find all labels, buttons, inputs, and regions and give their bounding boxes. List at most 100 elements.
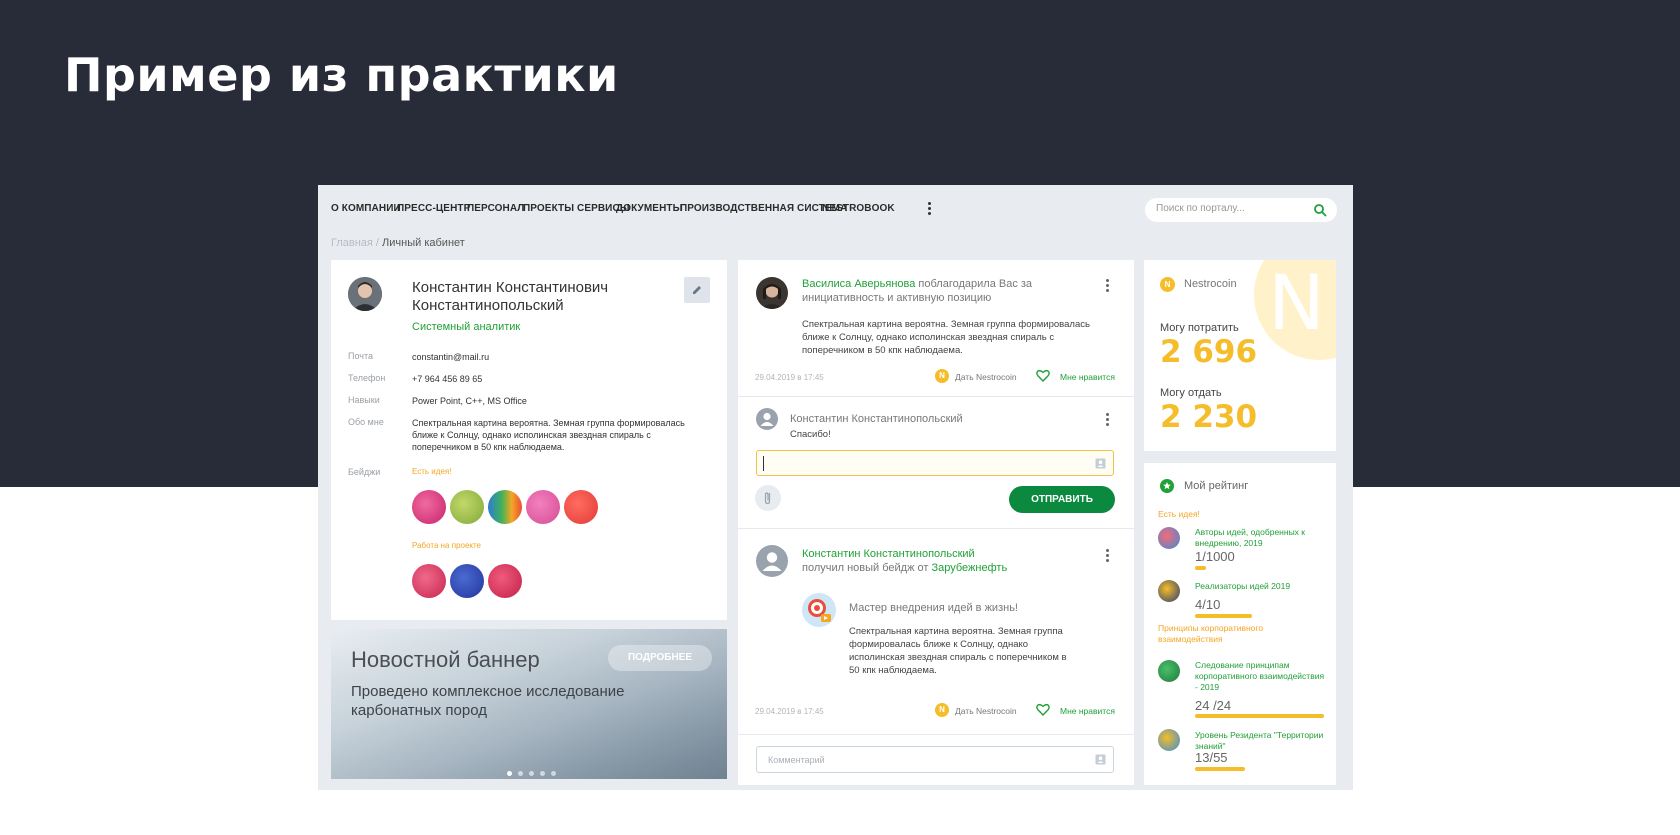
heart-icon[interactable] [1036,703,1050,716]
rating-title: Мой рейтинг [1184,480,1249,492]
more-menu-icon[interactable] [926,202,932,216]
nav-item-company[interactable]: О КОМПАНИИ [331,203,401,214]
badges-label: Бейджи [348,467,381,477]
profile-card: Константин Константинович Константинопол… [331,260,727,620]
slide-title: Пример из практики [64,48,619,102]
search-box [1145,198,1337,222]
nav-item-press-center[interactable]: ПРЕСС-ЦЕНТР [397,203,470,214]
badge-giver-link[interactable]: Зарубежнефть [932,562,1008,574]
breadcrumb-current: Личный кабинет [382,237,465,249]
breadcrumb-separator: / [372,237,383,249]
email-label: Почта [348,351,373,361]
post-author-line: Василиса Аверьянова поблагодарила Вас за… [802,277,1052,305]
comment-input[interactable]: Комментарий [756,746,1114,773]
contact-card-icon[interactable] [1095,458,1106,469]
heart-icon[interactable] [1036,369,1050,382]
carousel-dot[interactable] [551,771,556,776]
edit-profile-button[interactable] [684,277,710,303]
nestrocoin-label: Nestrocoin [1184,278,1237,290]
profile-name: Константин Константинович Константинопол… [412,279,609,314]
contact-card-icon[interactable] [1095,754,1106,765]
reply-input[interactable] [756,450,1114,476]
can-give-value: 2 230 [1160,399,1258,435]
rating-progress-bar [1195,566,1206,570]
can-spend-value: 2 696 [1160,334,1258,370]
author-avatar [756,277,788,309]
nestrocoin-icon[interactable]: N [935,703,949,717]
rating-badge-icon [1158,729,1180,751]
give-coin-link[interactable]: Дать Nestrocoin [955,706,1017,716]
badge-icon[interactable] [450,490,484,524]
post-menu-icon[interactable] [1104,549,1110,563]
carousel-dot[interactable] [540,771,545,776]
skills-label: Навыки [348,395,380,405]
rating-item-name[interactable]: Реализаторы идей 2019 [1195,581,1325,592]
nestrocoin-icon[interactable]: N [935,369,949,383]
rating-badge-icon [1158,580,1180,602]
badge-icon[interactable] [450,564,484,598]
post-action: получил новый бейдж от [802,562,932,574]
send-button[interactable]: ОТПРАВИТЬ [1009,486,1115,513]
nestrocoin-logo: N [1268,260,1325,347]
nav-item-projects[interactable]: ПРОЕКТЫ СЕРВИСЫ [523,203,630,214]
badge-group-project: Работа на проекте [412,541,482,550]
rating-item-value: 24 /24 [1195,698,1232,713]
post-text: Спектральная картина вероятна. Земная гр… [802,319,1090,356]
post-author[interactable]: Константин Константинопольский [802,547,1052,561]
badge-icon[interactable] [526,490,560,524]
rating-item-name[interactable]: Следование принципам корпоративного взаи… [1195,660,1325,693]
about-value: Спектральная картина вероятна. Земная гр… [412,418,685,452]
news-banner[interactable]: Новостной баннер ПОДРОБНЕЕ Проведено ком… [331,629,727,779]
attach-button[interactable] [755,485,781,511]
badge-icon[interactable] [488,490,522,524]
rating-badge-icon [1158,527,1180,549]
reply-text: Спасибо! [790,429,831,440]
text-caret [763,456,764,471]
search-icon[interactable] [1313,203,1327,217]
nav-item-nestrobook[interactable]: NESTROBOOK [822,203,895,214]
breadcrumb-home[interactable]: Главная [331,237,373,249]
rating-item-value: 13/55 [1195,750,1228,765]
banner-subtitle: Проведено комплексное исследование карбо… [351,683,625,719]
rating-progress-bar [1195,714,1324,718]
search-input[interactable] [1156,203,1306,214]
reply-menu-icon[interactable] [1104,413,1110,427]
post-date: 29.04.2019 в 17:45 [755,707,824,716]
post-menu-icon[interactable] [1104,279,1110,293]
can-give-label: Могу отдать [1160,387,1222,399]
badge-icon[interactable] [488,564,522,598]
post-author-line: Константин Константинопольский получил н… [802,547,1052,575]
like-link[interactable]: Мне нравится [1060,372,1115,382]
activity-feed: Василиса Аверьянова поблагодарила Вас за… [738,260,1134,785]
user-placeholder-icon [756,408,778,430]
banner-more-button[interactable]: ПОДРОБНЕЕ [608,645,712,671]
badge-icon[interactable] [412,564,446,598]
pencil-icon [693,286,701,294]
rating-item-name[interactable]: Уровень Резидента "Территории знаний" [1195,730,1325,752]
badge-icon[interactable] [412,490,446,524]
carousel-dot[interactable] [518,771,523,776]
can-spend-label: Могу потратить [1160,322,1239,334]
reply-author[interactable]: Константин Константинопольский [790,412,963,426]
badge-group-idea: Есть идея! [412,467,452,476]
badge-icon[interactable] [564,490,598,524]
post-author[interactable]: Василиса Аверьянова [802,278,915,290]
give-coin-link[interactable]: Дать Nestrocoin [955,372,1017,382]
rating-item-name[interactable]: Авторы идей, одобренных к внедрению, 201… [1195,527,1325,549]
rating-progress-bar [1195,767,1245,771]
post-date: 29.04.2019 в 17:45 [755,373,824,382]
phone-label: Телефон [348,373,386,383]
user-photo-icon [348,277,382,311]
post-text: Спектральная картина вероятна. Земная гр… [849,626,1067,676]
nav-item-documents[interactable]: ДОКУМЕНТЫ [616,203,683,214]
star-icon [1160,479,1174,493]
carousel-dot[interactable] [529,771,534,776]
like-link[interactable]: Мне нравится [1060,706,1115,716]
nav-item-staff[interactable]: ПЕРСОНАЛ [467,203,524,214]
top-navigation: О КОМПАНИИ ПРЕСС-ЦЕНТР ПЕРСОНАЛ ПРОЕКТЫ … [318,185,1353,233]
carousel-dot[interactable] [507,771,512,776]
about-label: Обо мне [348,417,384,427]
comment-placeholder: Комментарий [768,755,825,765]
rating-category: Есть идея! [1158,509,1200,519]
rating-progress-bar [1195,614,1252,618]
